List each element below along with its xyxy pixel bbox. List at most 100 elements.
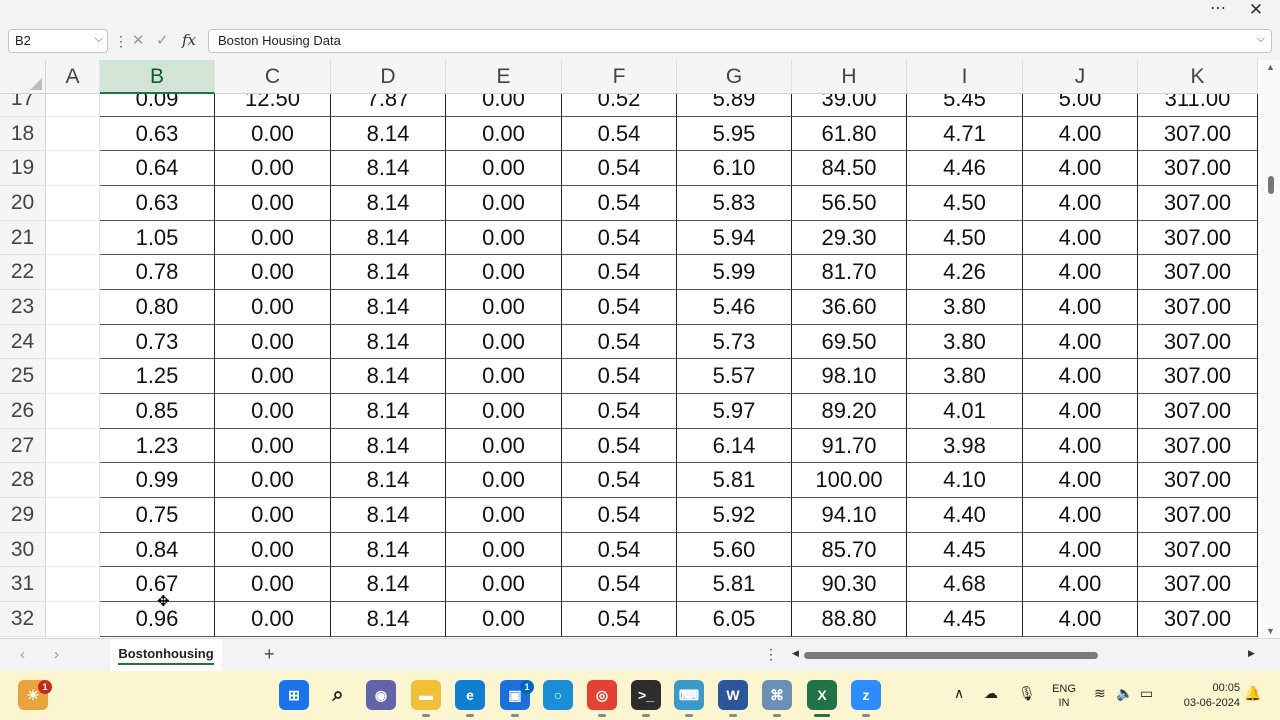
cell-d28[interactable]: 8.14 (331, 463, 446, 499)
cell-a[interactable] (46, 602, 100, 637)
cell-b22[interactable]: 0.78 (100, 255, 215, 290)
expand-formula-chevron-icon[interactable]: ⌵ (1257, 33, 1265, 46)
cell-d30[interactable]: 8.14 (331, 532, 446, 568)
cell-a[interactable] (46, 359, 100, 395)
cell-h21[interactable]: 29.30 (792, 220, 907, 256)
chrome-icon[interactable]: ◎ (587, 680, 617, 710)
cell-e25[interactable]: 0.00 (446, 359, 562, 395)
scroll-up-arrow-icon[interactable]: ▲ (1266, 62, 1275, 72)
spreadsheet-grid[interactable]: 307.00 4.00 4.45 88.80 6.05 0.54 0.00 8.14 0.00 0… (0, 60, 1280, 638)
circle-app-icon[interactable]: ○ (543, 680, 573, 710)
cell-b30[interactable]: 0.84 (100, 532, 215, 568)
cell-j18[interactable]: 4.00 (1023, 116, 1138, 152)
cell-h28[interactable]: 100.00 (792, 463, 907, 499)
cell-j31[interactable]: 4.00 (1023, 567, 1138, 603)
cell-f31[interactable]: 0.54 (562, 567, 677, 603)
cell-g27[interactable]: 6.14 (677, 428, 792, 464)
row-header[interactable]: 27 (0, 428, 46, 464)
cell-k24[interactable]: 307.00 (1138, 324, 1258, 360)
cell-j22[interactable]: 4.00 (1023, 255, 1138, 290)
cell-h30[interactable]: 85.70 (792, 532, 907, 568)
row-header[interactable]: 18 (0, 116, 46, 152)
row-header[interactable]: 30 (0, 532, 46, 568)
chevron-up-icon[interactable]: ∧ (954, 685, 964, 702)
cell-f22[interactable]: 0.54 (562, 255, 677, 290)
cell-h29[interactable]: 94.10 (792, 498, 907, 533)
cell-c27[interactable]: 0.00 (215, 428, 331, 464)
cell-j32[interactable]: 4.00 (1023, 602, 1138, 637)
cell-d18[interactable]: 8.14 (331, 116, 446, 152)
keyboard-icon[interactable]: ⌨ (674, 680, 704, 710)
cell-f28[interactable]: 0.54 (562, 463, 677, 499)
cell-g25[interactable]: 5.57 (677, 359, 792, 395)
cell-e24[interactable]: 0.00 (446, 324, 562, 360)
cell-a[interactable] (46, 255, 100, 290)
cell-k19[interactable]: 307.00 (1138, 151, 1258, 186)
column-header-c[interactable]: C (215, 60, 331, 94)
microphone-icon[interactable]: 🎙 (1018, 685, 1036, 702)
cell-h24[interactable]: 69.50 (792, 324, 907, 360)
cell-b26[interactable]: 0.85 (100, 394, 215, 429)
cell-f19[interactable]: 0.54 (562, 151, 677, 186)
cell-a[interactable] (46, 324, 100, 360)
row-header[interactable]: 25 (0, 359, 46, 395)
cancel-icon[interactable]: ✕ (132, 31, 145, 49)
cell-j24[interactable]: 4.00 (1023, 324, 1138, 360)
cell-k26[interactable]: 307.00 (1138, 394, 1258, 429)
zoom-icon[interactable]: z (851, 680, 881, 710)
cell-k29[interactable]: 307.00 (1138, 498, 1258, 533)
cell-g26[interactable]: 5.97 (677, 394, 792, 429)
formula-input[interactable]: Boston Housing Data ⌵ (208, 29, 1272, 53)
add-sheet-icon[interactable]: + (264, 644, 275, 665)
cell-f29[interactable]: 0.54 (562, 498, 677, 533)
cell-k25[interactable]: 307.00 (1138, 359, 1258, 395)
cell-f24[interactable]: 0.54 (562, 324, 677, 360)
cell-f32[interactable]: 0.54 (562, 602, 677, 637)
cell-a[interactable] (46, 290, 100, 325)
cell-c31[interactable]: 0.00 (215, 567, 331, 603)
cell-c29[interactable]: 0.00 (215, 498, 331, 533)
cell-i25[interactable]: 3.80 (907, 359, 1023, 395)
cell-d31[interactable]: 8.14 (331, 567, 446, 603)
column-header-j[interactable]: J (1023, 60, 1138, 94)
cell-i21[interactable]: 4.50 (907, 220, 1023, 256)
cell-e27[interactable]: 0.00 (446, 428, 562, 464)
cell-h32[interactable]: 88.80 (792, 602, 907, 637)
cell-d32[interactable]: 8.14 (331, 602, 446, 637)
chat-icon[interactable]: ◉ (366, 680, 396, 710)
row-header[interactable]: 26 (0, 394, 46, 429)
cell-j21[interactable]: 4.00 (1023, 220, 1138, 256)
cell-b29[interactable]: 0.75 (100, 498, 215, 533)
cell-i30[interactable]: 4.45 (907, 532, 1023, 568)
cell-j20[interactable]: 4.00 (1023, 186, 1138, 221)
cell-i19[interactable]: 4.46 (907, 151, 1023, 186)
row-header[interactable]: 32 (0, 602, 46, 637)
column-header-a[interactable]: A (46, 60, 100, 94)
input-language[interactable]: ENG IN (1046, 682, 1082, 710)
cloud-offline-icon[interactable]: ☁ (984, 685, 998, 702)
cell-b27[interactable]: 1.23 (100, 428, 215, 464)
horizontal-scrollbar[interactable]: ◀ ▶ (790, 647, 1260, 663)
row-header[interactable]: 24 (0, 324, 46, 360)
cell-i26[interactable]: 4.01 (907, 394, 1023, 429)
prev-sheet-icon[interactable]: ‹ (20, 646, 25, 663)
cell-j23[interactable]: 4.00 (1023, 290, 1138, 325)
cell-c21[interactable]: 0.00 (215, 220, 331, 256)
cell-j19[interactable]: 4.00 (1023, 151, 1138, 186)
cell-i28[interactable]: 4.10 (907, 463, 1023, 499)
cell-a[interactable] (46, 428, 100, 464)
cell-g31[interactable]: 5.81 (677, 567, 792, 603)
cell-f25[interactable]: 0.54 (562, 359, 677, 395)
column-header-d[interactable]: D (331, 60, 446, 94)
scroll-left-arrow-icon[interactable]: ◀ (792, 648, 799, 659)
cell-c30[interactable]: 0.00 (215, 532, 331, 568)
horizontal-scroll-thumb[interactable] (804, 652, 1098, 659)
cell-g22[interactable]: 5.99 (677, 255, 792, 290)
wifi-icon[interactable]: ≋ (1094, 685, 1106, 702)
cell-k20[interactable]: 307.00 (1138, 186, 1258, 221)
cell-d25[interactable]: 8.14 (331, 359, 446, 395)
cell-f18[interactable]: 0.54 (562, 116, 677, 152)
row-header[interactable]: 21 (0, 220, 46, 256)
close-icon[interactable]: ✕ (1244, 0, 1268, 22)
cell-c20[interactable]: 0.00 (215, 186, 331, 221)
